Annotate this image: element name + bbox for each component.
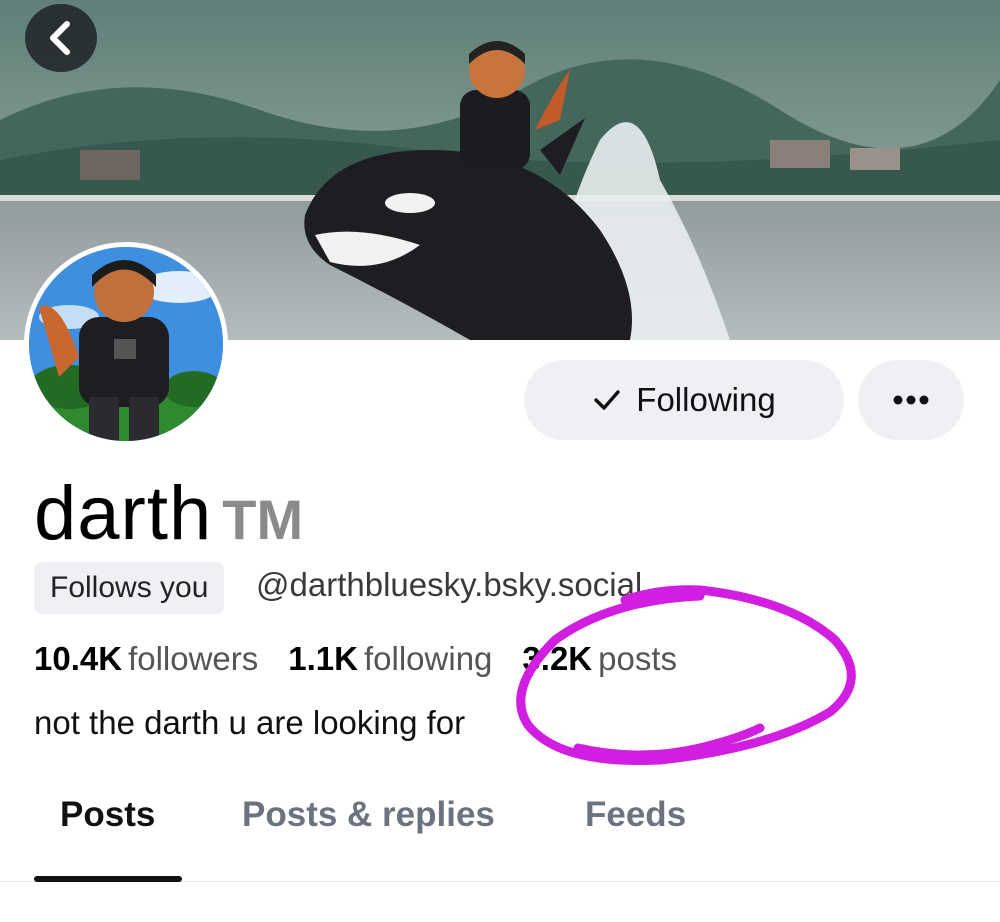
more-options-button[interactable] bbox=[858, 360, 964, 440]
followers-count[interactable]: 10.4K bbox=[34, 640, 122, 678]
check-icon bbox=[594, 390, 620, 410]
posts-label: posts bbox=[598, 640, 678, 677]
follows-you-badge: Follows you bbox=[34, 562, 225, 614]
tab-feeds[interactable]: Feeds bbox=[585, 795, 686, 881]
feed-content-edge bbox=[0, 900, 1000, 922]
profile-handle[interactable]: @darthbluesky.bsky.social bbox=[256, 566, 642, 604]
following-label[interactable]: following bbox=[364, 640, 492, 678]
chevron-left-icon bbox=[50, 21, 70, 55]
more-horizontal-icon bbox=[893, 395, 929, 405]
tab-posts[interactable]: Posts bbox=[60, 795, 155, 881]
followers-label[interactable]: followers bbox=[128, 640, 258, 678]
following-button-label: Following bbox=[636, 381, 776, 418]
following-count[interactable]: 1.1K bbox=[288, 640, 358, 678]
avatar-image bbox=[29, 247, 223, 441]
tab-posts-and-replies[interactable]: Posts & replies bbox=[242, 795, 495, 881]
display-name-text: darth bbox=[34, 471, 213, 556]
active-tab-indicator bbox=[34, 876, 182, 882]
profile-avatar[interactable] bbox=[24, 242, 228, 446]
profile-bio: not the darth u are looking for bbox=[34, 704, 466, 741]
profile-stats: 10.4K followers 1.1K following 3.2K post… bbox=[34, 640, 707, 678]
following-button[interactable]: Following bbox=[524, 360, 844, 440]
back-button[interactable] bbox=[25, 4, 97, 72]
posts-count: 3.2K bbox=[522, 640, 593, 677]
profile-tabs: Posts Posts & replies Feeds bbox=[0, 795, 1000, 882]
display-name: darth TM bbox=[34, 470, 304, 556]
display-name-suffix: TM bbox=[222, 488, 304, 551]
